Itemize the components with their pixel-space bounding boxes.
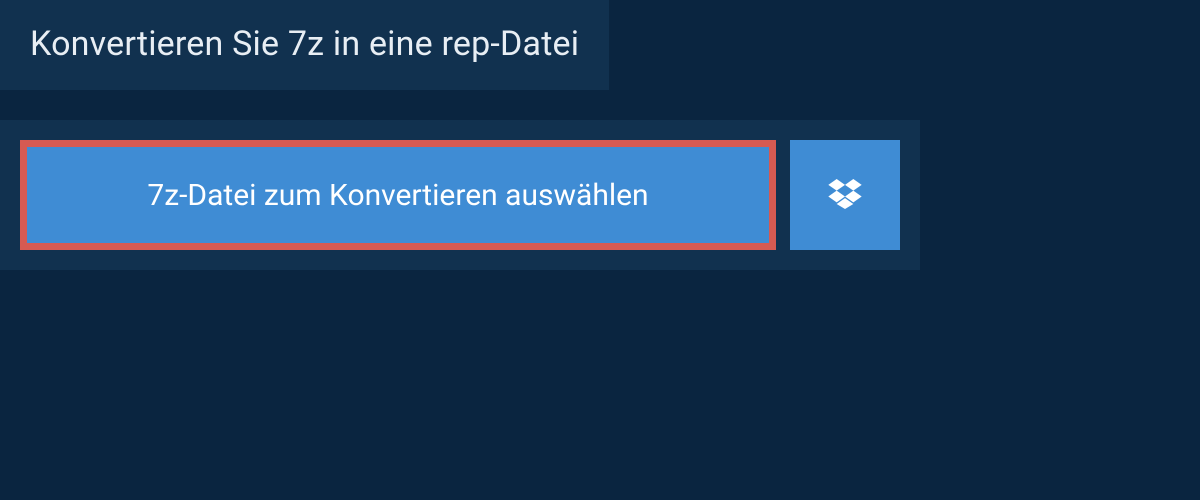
select-file-button[interactable]: 7z-Datei zum Konvertieren auswählen — [27, 147, 769, 243]
select-file-label: 7z-Datei zum Konvertieren auswählen — [147, 178, 648, 213]
select-file-highlight: 7z-Datei zum Konvertieren auswählen — [20, 140, 776, 250]
upload-panel: 7z-Datei zum Konvertieren auswählen — [0, 120, 920, 270]
dropbox-icon — [828, 179, 862, 212]
page-title: Konvertieren Sie 7z in eine rep-Datei — [30, 24, 579, 64]
dropbox-button[interactable] — [790, 140, 900, 250]
header-bar: Konvertieren Sie 7z in eine rep-Datei — [0, 0, 609, 90]
